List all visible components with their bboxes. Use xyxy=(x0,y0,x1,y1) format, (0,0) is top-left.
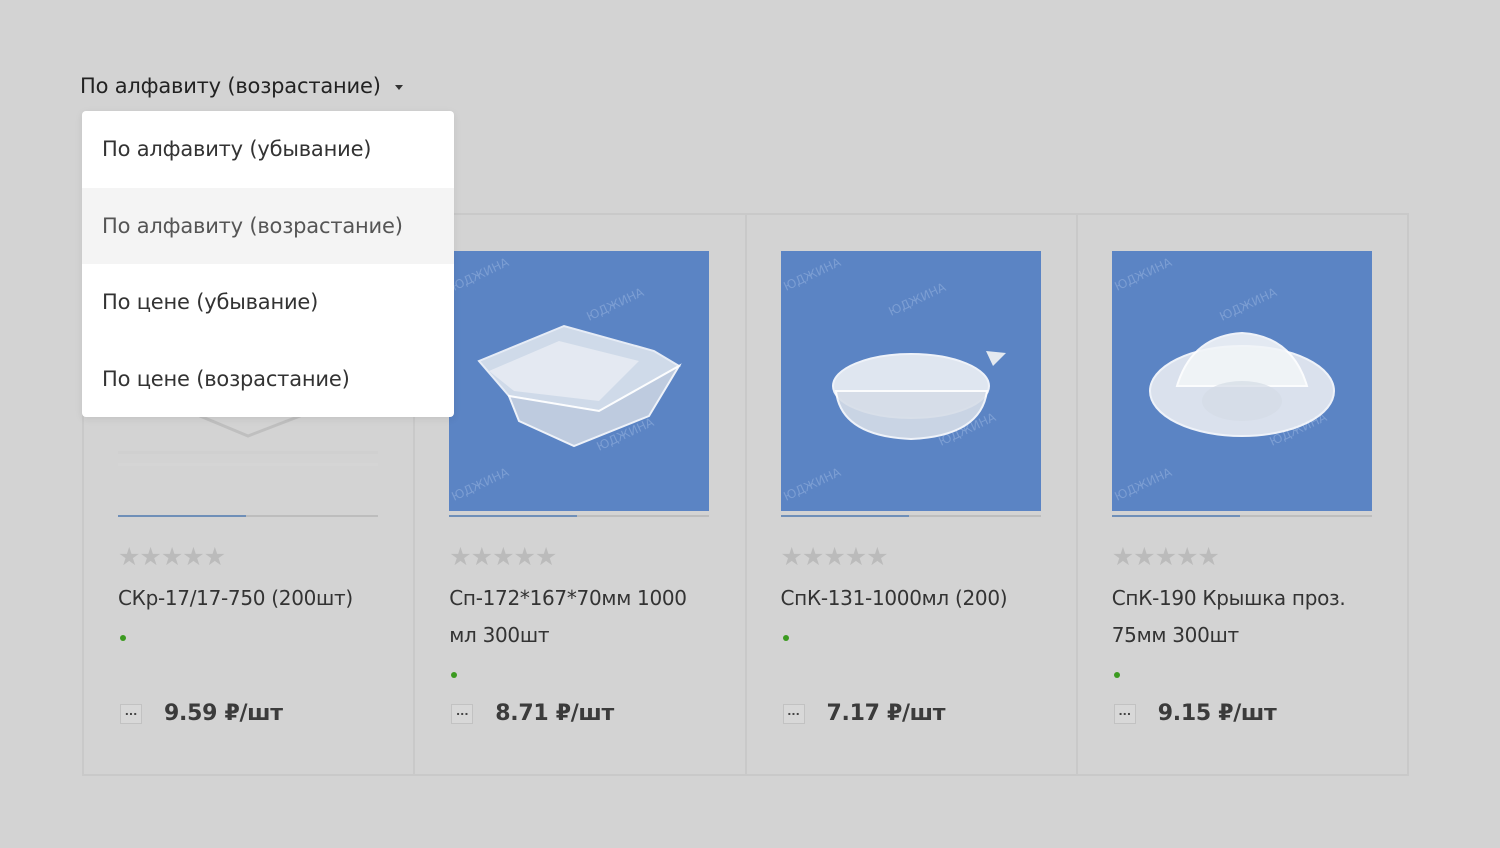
image-slider-indicator[interactable] xyxy=(118,515,378,517)
more-options-button[interactable]: ... xyxy=(782,703,805,724)
product-name[interactable]: СКр-17/17-750 (200шт) xyxy=(118,580,368,617)
product-image[interactable]: ЮДЖИНА ЮДЖИНА ЮДЖИНА ЮДЖИНА xyxy=(780,251,1041,511)
price-row: ... 9.15 ₽/шт xyxy=(1113,701,1277,726)
more-options-button[interactable]: ... xyxy=(451,703,474,724)
product-name[interactable]: СпК-131-1000мл (200) xyxy=(781,580,1031,617)
caret-down-icon xyxy=(394,84,403,90)
svg-text:ЮДЖИНА: ЮДЖИНА xyxy=(585,285,647,324)
sort-option-alpha-asc[interactable]: По алфавиту (возрастание) xyxy=(82,187,454,264)
svg-text:ЮДЖИНА: ЮДЖИНА xyxy=(1217,285,1279,324)
rating-stars[interactable]: ★★★★★ xyxy=(118,542,226,571)
sort-dropdown-trigger[interactable]: По алфавиту (возрастание) xyxy=(80,74,403,98)
product-card[interactable]: ЮДЖИНА ЮДЖИНА ЮДЖИНА ЮДЖИНА ★★★★★ Сп-172… xyxy=(415,215,747,774)
sort-option-price-asc[interactable]: По цене (возрастание) xyxy=(82,341,454,418)
product-card[interactable]: ЮДЖИНА ЮДЖИНА ЮДЖИНА ЮДЖИНА ★★★★★ СпК-13… xyxy=(747,215,1078,774)
more-options-button[interactable]: ... xyxy=(1113,703,1136,724)
product-price: 8.71 ₽/шт xyxy=(495,701,614,726)
sort-option-alpha-desc[interactable]: По алфавиту (убывание) xyxy=(82,111,454,188)
product-price: 9.15 ₽/шт xyxy=(1157,701,1277,726)
product-price: 9.59 ₽/шт xyxy=(164,701,283,726)
product-price: 7.17 ₽/шт xyxy=(826,701,946,726)
rating-stars[interactable]: ★★★★★ xyxy=(1112,542,1220,571)
sort-current-label: По алфавиту (возрастание) xyxy=(80,74,381,98)
svg-text:ЮДЖИНА: ЮДЖИНА xyxy=(1112,255,1174,294)
price-row: ... 9.59 ₽/шт xyxy=(120,701,283,726)
in-stock-indicator xyxy=(451,672,458,678)
product-name[interactable]: Сп-172*167*70мм 1000 мл 300шт xyxy=(449,580,699,654)
svg-text:ЮДЖИНА: ЮДЖИНА xyxy=(450,465,512,504)
image-slider-indicator[interactable] xyxy=(449,515,710,517)
in-stock-indicator xyxy=(782,635,789,641)
sort-dropdown-menu: По алфавиту (убывание) По алфавиту (возр… xyxy=(82,111,454,417)
product-card[interactable]: ЮДЖИНА ЮДЖИНА ЮДЖИНА ЮДЖИНА ★★★★★ СпК-19… xyxy=(1078,215,1407,774)
image-slider-indicator[interactable] xyxy=(780,515,1041,517)
product-image[interactable]: ЮДЖИНА ЮДЖИНА ЮДЖИНА ЮДЖИНА xyxy=(1111,251,1372,511)
price-row: ... 7.17 ₽/шт xyxy=(782,701,946,726)
in-stock-indicator xyxy=(1113,672,1120,678)
lid-image-icon: ЮДЖИНА ЮДЖИНА ЮДЖИНА ЮДЖИНА xyxy=(1112,255,1335,504)
svg-text:ЮДЖИНА: ЮДЖИНА xyxy=(1112,465,1174,504)
in-stock-indicator xyxy=(120,635,126,641)
sort-option-price-desc[interactable]: По цене (убывание) xyxy=(82,264,454,341)
round-container-image-icon: ЮДЖИНА ЮДЖИНА ЮДЖИНА ЮДЖИНА xyxy=(781,255,1006,504)
svg-text:ЮДЖИНА: ЮДЖИНА xyxy=(781,255,843,294)
product-image[interactable]: ЮДЖИНА ЮДЖИНА ЮДЖИНА ЮДЖИНА xyxy=(449,251,710,511)
product-name[interactable]: СпК-190 Крышка проз. 75мм 300шт xyxy=(1112,580,1362,654)
container-image-icon: ЮДЖИНА ЮДЖИНА ЮДЖИНА ЮДЖИНА xyxy=(450,255,683,504)
svg-text:ЮДЖИНА: ЮДЖИНА xyxy=(781,465,843,504)
image-slider-indicator[interactable] xyxy=(1111,515,1372,517)
svg-text:ЮДЖИНА: ЮДЖИНА xyxy=(886,280,948,319)
rating-stars[interactable]: ★★★★★ xyxy=(449,542,557,571)
rating-stars[interactable]: ★★★★★ xyxy=(781,542,889,571)
svg-text:ЮДЖИНА: ЮДЖИНА xyxy=(450,255,512,294)
price-row: ... 8.71 ₽/шт xyxy=(451,701,614,726)
more-options-button[interactable]: ... xyxy=(120,703,142,724)
